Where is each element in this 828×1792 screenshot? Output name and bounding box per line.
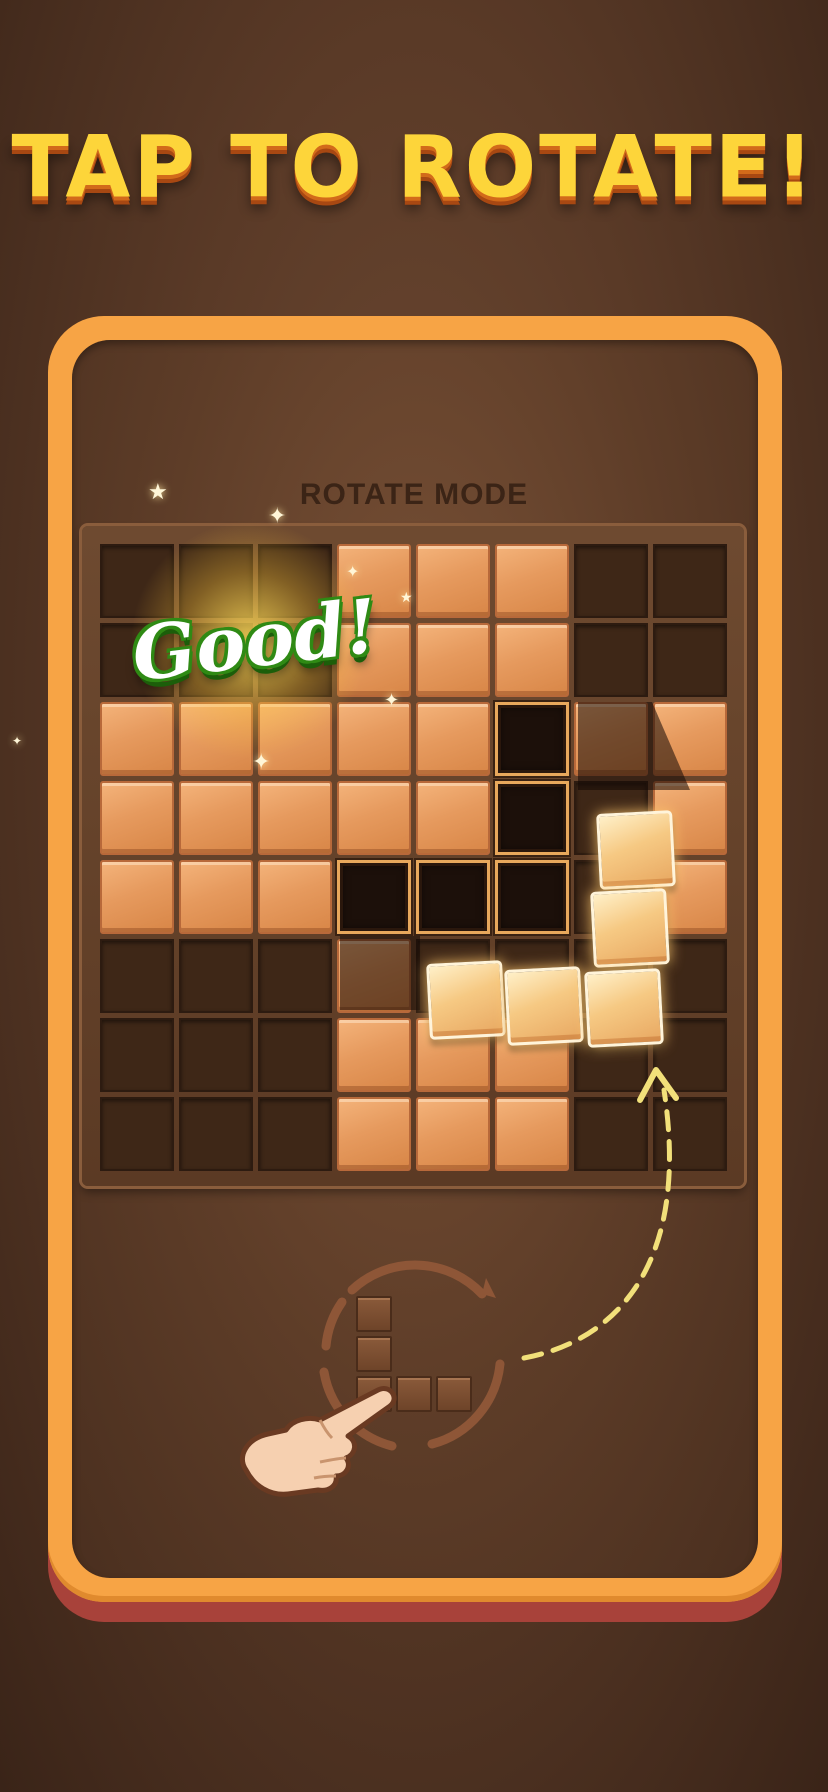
held-piece-block	[426, 960, 506, 1040]
tray-piece-block	[356, 1296, 392, 1332]
sparkle-icon: ✦	[346, 562, 360, 581]
sparkle-icon: ★	[148, 480, 168, 505]
tray-piece-block	[436, 1376, 472, 1412]
sparkle-icon: ✦	[12, 734, 23, 748]
pointing-hand-icon	[239, 1386, 397, 1497]
held-piece-block	[596, 810, 676, 890]
held-piece-block	[584, 968, 664, 1048]
tray-piece-block	[356, 1336, 392, 1372]
held-piece-block	[504, 966, 584, 1046]
sparkle-icon: ✦	[384, 690, 400, 711]
piece-shadow	[340, 702, 690, 1010]
tray-piece-block	[396, 1376, 432, 1412]
sparkle-icon: ✦	[252, 750, 271, 775]
held-piece-block	[590, 888, 670, 968]
sparkle-icon: ✦	[268, 504, 287, 529]
sparkle-icon: ★	[400, 590, 413, 606]
